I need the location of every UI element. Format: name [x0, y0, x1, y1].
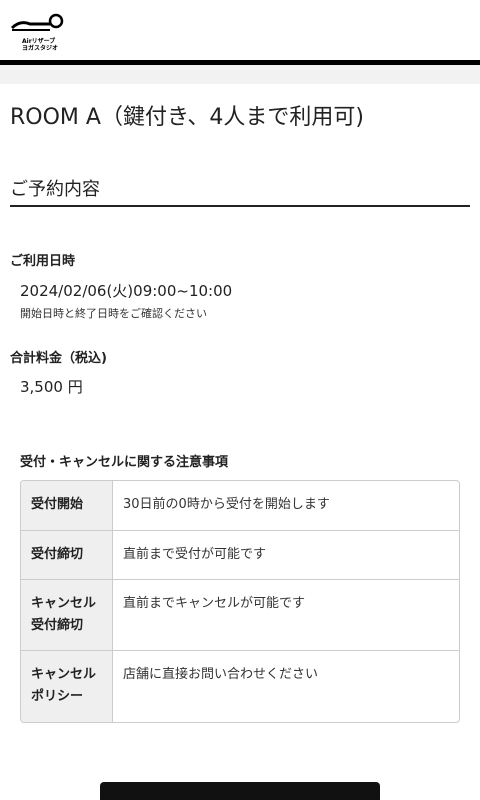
table-row: 受付締切 直前まで受付が可能です	[21, 531, 459, 580]
date-value: 2024/02/06(火)09:00~10:00	[20, 282, 233, 300]
price-label: 合計料金（税込)	[10, 351, 107, 366]
section-divider	[10, 205, 470, 207]
table-row-text: 直前までキャンセルが可能です	[123, 596, 306, 611]
brand-logo[interactable]: Airリザーブ ヨガスタジオ	[10, 10, 70, 55]
table-row-label: キャンセルポリシー	[21, 651, 113, 722]
notice-table: 受付開始 30日前の0時から受付を開始します 受付締切 直前まで受付が可能です …	[20, 480, 460, 723]
table-row: 受付開始 30日前の0時から受付を開始します	[21, 481, 459, 531]
logo-mark-icon	[10, 13, 64, 31]
table-row: キャンセルポリシー 店舗に直接お問い合わせください	[21, 651, 459, 722]
app-header: Airリザーブ ヨガスタジオ	[0, 0, 480, 65]
notice-title: 受付・キャンセルに関する注意事項	[20, 455, 229, 470]
table-row-label: 受付開始	[21, 481, 113, 530]
header-divider	[0, 60, 480, 65]
table-row: キャンセル受付締切 直前までキャンセルが可能です	[21, 580, 459, 651]
table-row-text: 店舗に直接お問い合わせください	[123, 667, 319, 682]
logo-text-line2: ヨガスタジオ	[22, 45, 59, 52]
table-row-text: 30日前の0時から受付を開始します	[123, 497, 330, 512]
date-label: ご利用日時	[10, 254, 76, 269]
table-row-label: キャンセル受付締切	[21, 580, 113, 650]
section-title: ご予約内容	[10, 179, 100, 200]
table-row-label: 受付締切	[21, 531, 113, 579]
table-row-text: 直前まで受付が可能です	[123, 547, 267, 562]
price-value: 3,500 円	[20, 378, 83, 396]
room-title: ROOM A（鍵付き、4人まで利用可)	[10, 105, 364, 130]
reservation-card: ROOM A（鍵付き、4人まで利用可) ご予約内容 ご利用日時 2024/02/…	[0, 84, 480, 800]
primary-action-button[interactable]	[100, 782, 380, 800]
date-note: 開始日時と終了日時をご確認ください	[20, 307, 207, 320]
